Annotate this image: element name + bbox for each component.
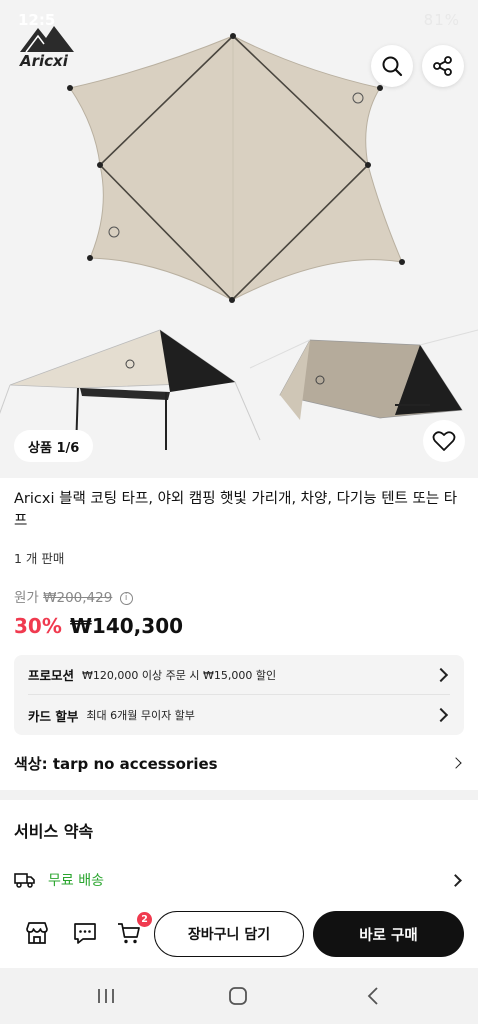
promotion-row[interactable]: 프로모션 ₩120,000 이상 주문 시 ₩15,000 할인 <box>28 655 450 695</box>
chevron-right-icon <box>449 873 462 887</box>
search-button[interactable] <box>371 45 413 87</box>
home-button[interactable] <box>228 986 248 1010</box>
product-title: Aricxi 블랙 코팅 타프, 야외 캠핑 햇빛 가리개, 차양, 다기능 텐… <box>14 491 458 529</box>
home-icon <box>229 987 247 1005</box>
chat-icon <box>74 923 96 944</box>
original-price-label: 원가 <box>14 590 39 606</box>
status-time: 12:5 <box>18 11 56 29</box>
original-price-value: ₩200,429 <box>43 590 113 606</box>
chevron-right-icon <box>433 667 449 682</box>
battery-level: 81% <box>423 11 460 29</box>
promotion-text: ₩120,000 이상 주문 시 ₩15,000 할인 <box>82 668 277 682</box>
chat-button[interactable] <box>72 920 98 946</box>
info-icon[interactable]: i <box>119 591 133 605</box>
truck-icon <box>14 873 35 888</box>
wishlist-button[interactable] <box>423 420 465 462</box>
recent-apps-icon <box>98 989 114 1003</box>
cart-count-badge: 2 <box>137 912 152 927</box>
sold-count: 1 개 판매 <box>14 551 65 566</box>
recent-apps-button[interactable] <box>96 986 116 1010</box>
card-installment-row[interactable]: 카드 할부 최대 6개월 무이자 할부 <box>28 695 450 735</box>
brand-logo-text: Aricxi <box>20 52 68 70</box>
chevron-right-icon <box>450 757 462 769</box>
image-counter-badge: 상품 1/6 <box>14 430 94 462</box>
chevron-right-icon <box>433 707 449 723</box>
system-navigation-bar <box>0 968 478 1024</box>
share-button[interactable] <box>422 45 464 87</box>
free-shipping-row[interactable]: 무료 배송 <box>14 868 464 892</box>
installment-label: 카드 할부 <box>28 708 79 724</box>
installment-text: 최대 6개월 무이자 할부 <box>86 709 195 722</box>
color-option-selector[interactable]: 색상: tarp no accessories <box>14 748 464 778</box>
section-divider <box>0 790 478 800</box>
promotion-box: 프로모션 ₩120,000 이상 주문 시 ₩15,000 할인 카드 할부 최… <box>14 655 464 735</box>
back-button[interactable] <box>364 986 384 1010</box>
buy-now-button[interactable]: 바로 구매 <box>313 911 464 957</box>
system-status-bar: 12:5 81% <box>0 0 478 40</box>
sale-price: ₩140,300 <box>69 614 184 638</box>
back-icon <box>367 987 378 1005</box>
discount-rate: 30% <box>14 614 62 638</box>
color-option-label: 색상: tarp no accessories <box>14 754 218 773</box>
share-icon <box>433 56 452 76</box>
price-row: 30% ₩140,300 <box>14 614 183 638</box>
add-to-cart-button[interactable]: 장바구니 담기 <box>154 911 304 957</box>
heart-icon <box>432 431 456 451</box>
service-section-title: 서비스 약속 <box>14 822 94 841</box>
free-shipping-label: 무료 배송 <box>48 873 104 889</box>
search-icon <box>382 56 403 77</box>
store-icon <box>26 922 48 944</box>
store-button[interactable] <box>24 920 50 946</box>
promotion-label: 프로모션 <box>28 668 75 683</box>
original-price: 원가 ₩200,429 i <box>14 586 133 606</box>
